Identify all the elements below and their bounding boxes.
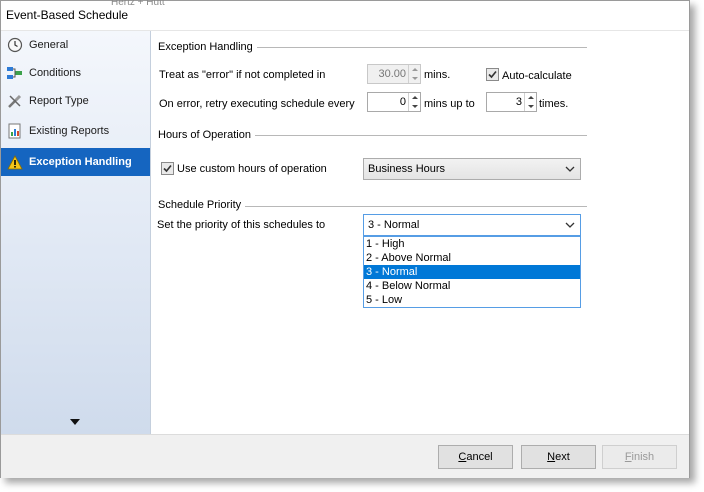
- retry-interval-value: 0: [399, 96, 406, 108]
- spin-up-icon[interactable]: [525, 93, 536, 102]
- custom-hours-label: Use custom hours of operation: [177, 163, 327, 175]
- sidebar-item-label: Exception Handling: [29, 156, 132, 168]
- spin-up-icon[interactable]: [409, 65, 420, 74]
- sidebar-item-label: Existing Reports: [29, 125, 110, 137]
- retry-interval-stepper[interactable]: 0: [367, 92, 421, 112]
- priority-label: Set the priority of this schedules to: [157, 219, 326, 231]
- priority-option[interactable]: 4 - Below Normal: [364, 279, 580, 293]
- window-title: Event-Based Schedule: [6, 8, 129, 22]
- mins-label: mins.: [424, 69, 451, 81]
- mins-up-to-label: mins up to: [424, 98, 475, 110]
- next-button[interactable]: Next: [521, 445, 596, 469]
- times-label: times.: [539, 98, 569, 110]
- sidebar-item-exception-handling[interactable]: Exception Handling: [1, 148, 150, 176]
- priority-option[interactable]: 3 - Normal: [364, 265, 580, 279]
- checkmark-icon: [163, 164, 172, 173]
- spin-down-icon[interactable]: [409, 102, 420, 111]
- report-icon: [6, 122, 24, 140]
- chevron-down-icon: [565, 222, 575, 228]
- section-title-exception-handling: Exception Handling: [158, 41, 257, 53]
- sidebar-item-label: Conditions: [29, 67, 81, 79]
- treat-as-error-label: Treat as "error" if not completed in: [159, 69, 326, 81]
- timeout-value: 30.00: [378, 68, 406, 80]
- sidebar-item-label: Report Type: [29, 95, 89, 107]
- warning-icon: [6, 153, 24, 171]
- dialog-window: Event-Based Schedule Hertz + Hutt Genera…: [0, 0, 690, 478]
- hours-select-value: Business Hours: [368, 163, 446, 175]
- sidebar-item-report-type[interactable]: Report Type: [1, 87, 150, 115]
- custom-hours-checkbox[interactable]: [161, 162, 174, 175]
- retry-times-stepper[interactable]: 3: [486, 92, 537, 112]
- conditions-icon: [6, 64, 24, 82]
- retry-times-value: 3: [515, 96, 522, 108]
- hours-select[interactable]: Business Hours: [363, 158, 581, 180]
- retry-label: On error, retry executing schedule every: [159, 98, 355, 110]
- main-panel: Exception Handling Treat as "error" if n…: [151, 31, 689, 434]
- chevron-down-icon: [565, 166, 575, 172]
- background-text: Hertz + Hutt: [111, 0, 165, 8]
- sidebar-item-conditions[interactable]: Conditions: [1, 59, 150, 87]
- checkmark-icon: [488, 70, 497, 79]
- clock-icon: [6, 36, 24, 54]
- timeout-stepper[interactable]: 30.00: [367, 64, 421, 84]
- sidebar-item-existing-reports[interactable]: Existing Reports: [1, 117, 150, 145]
- spin-up-icon[interactable]: [409, 93, 420, 102]
- priority-option[interactable]: 2 - Above Normal: [364, 251, 580, 265]
- finish-button[interactable]: Finish: [602, 445, 677, 469]
- section-title-schedule-priority: Schedule Priority: [158, 199, 246, 211]
- tools-icon: [6, 92, 24, 110]
- spin-down-icon[interactable]: [525, 102, 536, 111]
- priority-select-value: 3 - Normal: [368, 219, 420, 231]
- dialog-footer: Cancel Next Finish: [1, 434, 689, 478]
- priority-select[interactable]: 3 - Normal: [363, 214, 581, 236]
- auto-calculate-checkbox[interactable]: [486, 68, 499, 81]
- priority-option[interactable]: 5 - Low: [364, 293, 580, 307]
- sidebar-item-general[interactable]: General: [1, 31, 150, 59]
- auto-calculate-label: Auto-calculate: [502, 70, 572, 82]
- sidebar: General Conditions Report Type Existing …: [1, 31, 151, 434]
- sidebar-item-label: General: [29, 39, 69, 51]
- priority-option[interactable]: 1 - High: [364, 237, 580, 251]
- priority-options-list: 1 - High 2 - Above Normal 3 - Normal 4 -…: [363, 236, 581, 308]
- cancel-button[interactable]: Cancel: [438, 445, 513, 469]
- title-bar[interactable]: Event-Based Schedule Hertz + Hutt: [1, 0, 689, 31]
- spin-down-icon[interactable]: [409, 74, 420, 83]
- sidebar-scroll-down-icon[interactable]: [70, 419, 80, 425]
- section-title-hours-of-operation: Hours of Operation: [158, 129, 255, 141]
